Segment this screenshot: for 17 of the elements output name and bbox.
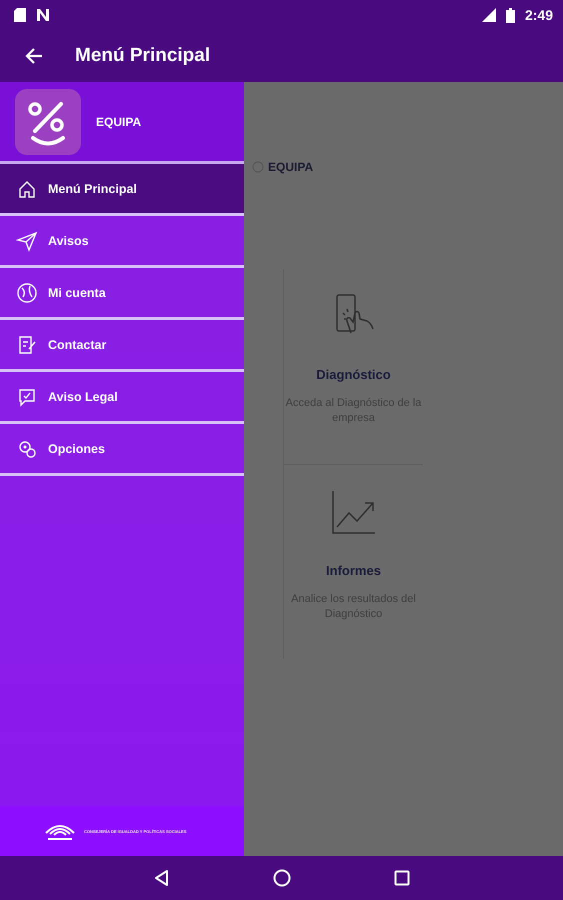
sd-card-icon: [14, 8, 26, 22]
back-arrow-icon[interactable]: [24, 46, 44, 66]
card-title: Informes: [326, 563, 381, 578]
recents-nav-icon[interactable]: [392, 868, 412, 888]
card-title: Diagnóstico: [316, 367, 391, 382]
signal-icon: [480, 8, 496, 22]
paper-plane-icon: [16, 230, 38, 252]
status-time: 2:49: [524, 7, 553, 23]
section-label: EQUIPA: [268, 160, 314, 174]
notification-icon: [36, 8, 50, 22]
globe-icon: [16, 282, 38, 304]
home-nav-icon[interactable]: [272, 868, 292, 888]
app-bar-title: Menú Principal: [75, 45, 210, 67]
drawer-item[interactable]: Menú Principal: [0, 164, 244, 216]
app-logo: [15, 88, 81, 154]
battery-icon: [506, 8, 515, 22]
app-name: EQUIPA: [96, 114, 142, 128]
